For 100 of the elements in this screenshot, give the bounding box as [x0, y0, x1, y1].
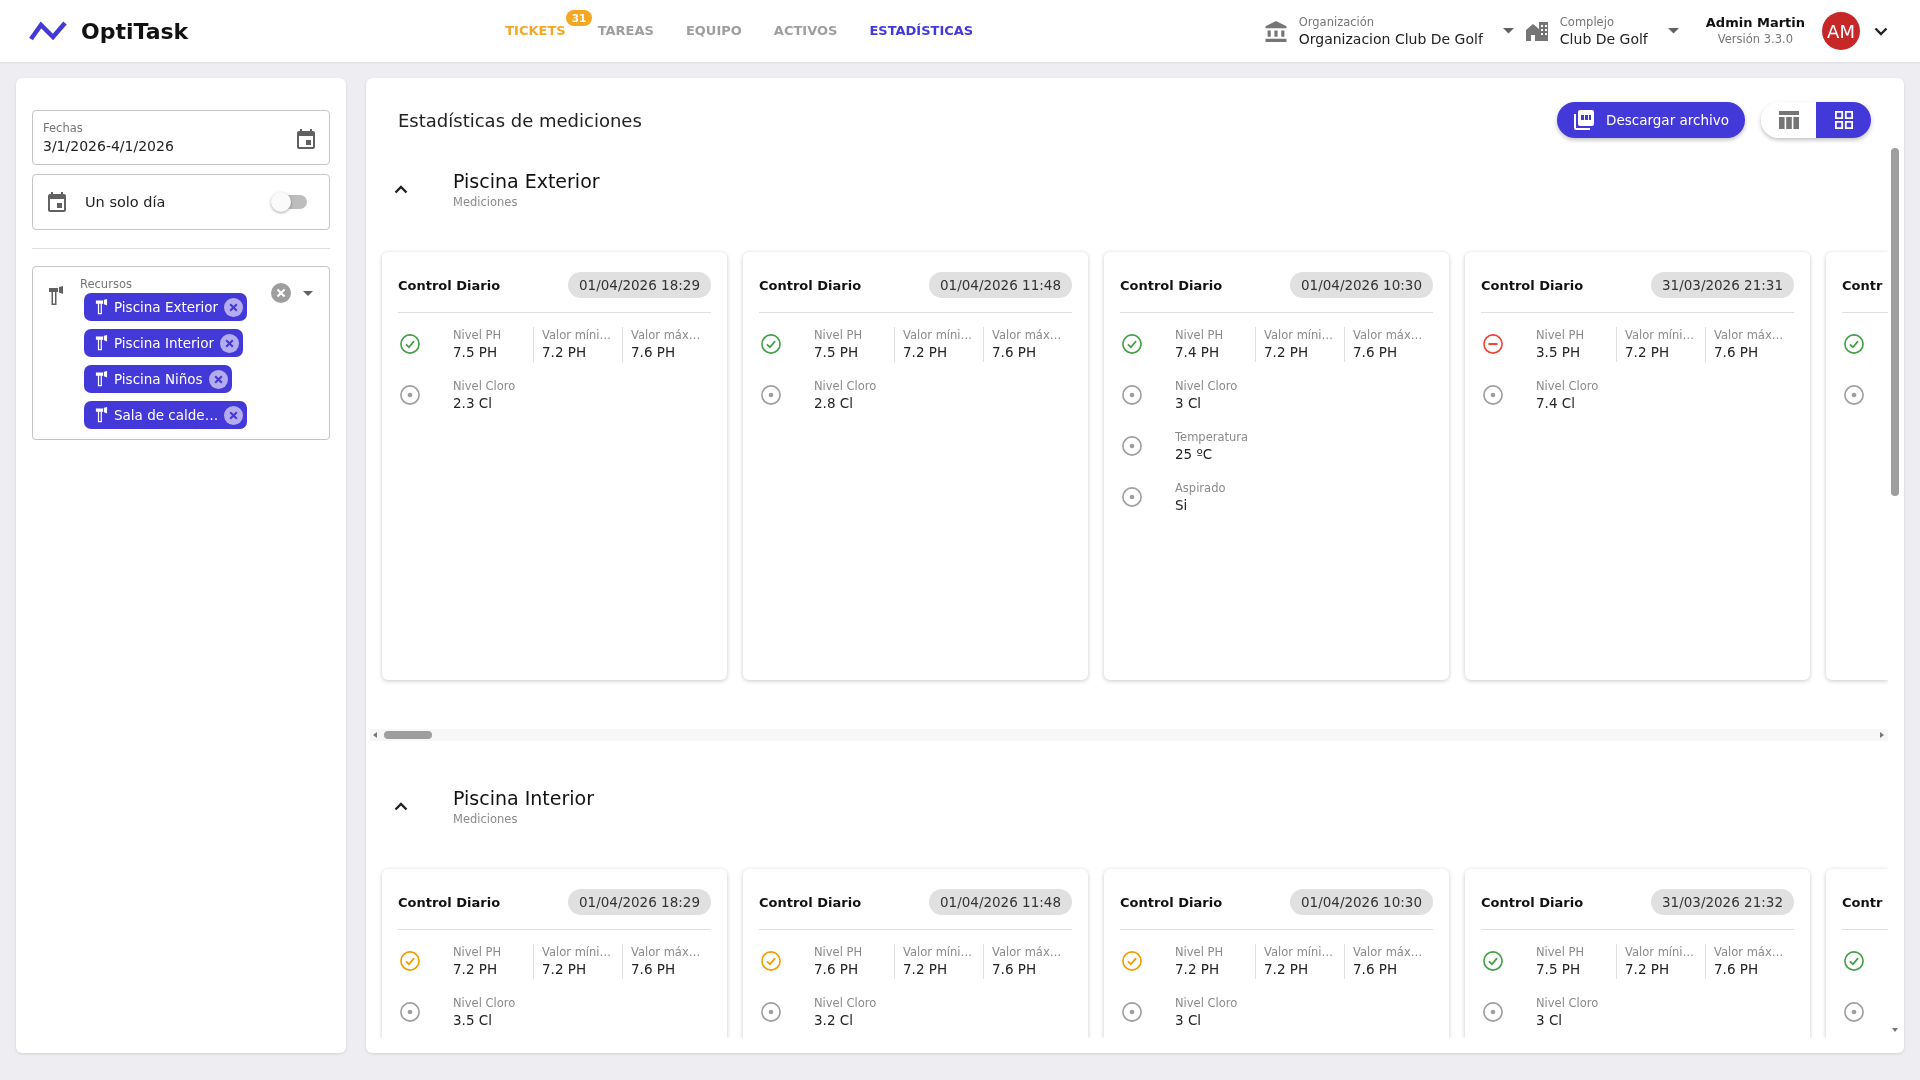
field-label: Valor máx… [1714, 326, 1785, 343]
section-subtitle: Mediciones [453, 194, 519, 210]
field-label: Valor míni… [1625, 326, 1696, 343]
field-label: Valor míni… [542, 326, 613, 343]
page-title: Estadísticas de mediciones [398, 109, 642, 131]
field-label: Nivel PH [453, 943, 503, 960]
field-value: 3 Cl [1536, 1010, 1564, 1030]
hammer-icon [48, 286, 64, 306]
field-value: 7.4 Cl [1536, 393, 1576, 413]
field-value: 7.6 PH [631, 342, 677, 362]
view-button[interactable] [1816, 102, 1871, 138]
download-button[interactable]: Descargar archivo [1557, 102, 1745, 138]
chevron-up-icon[interactable] [394, 801, 408, 811]
resource-chip[interactable]: Piscina Exterior [84, 293, 248, 321]
close-circle-icon[interactable] [224, 297, 244, 317]
field-label: Nivel PH [1536, 326, 1586, 343]
option-label: Un solo día [85, 194, 166, 210]
field-label: Valor máx… [1714, 943, 1785, 960]
close-circle-icon[interactable] [208, 369, 228, 389]
field-label: Nivel PH [1536, 943, 1586, 960]
app-name: OptiTask [81, 18, 189, 44]
chevron-down-icon[interactable] [1874, 26, 1888, 36]
table-icon [1778, 111, 1799, 129]
field-value: 7.5 PH [814, 342, 860, 362]
radio-dot-icon [1122, 487, 1142, 507]
field-value: Si [1175, 495, 1189, 515]
bank-icon [1264, 20, 1287, 42]
date-badge: 01/04/2026 18:29 [568, 889, 711, 915]
user-avatar[interactable]: AM [1822, 12, 1860, 50]
resources-field[interactable]: Recursos Piscina Exterior Piscina Interior Piscina Niños Sala de calde… [32, 266, 330, 440]
calendar-icon[interactable] [297, 128, 315, 149]
field-value: 3.5 PH [1536, 342, 1582, 362]
radio-dot-icon [400, 1002, 420, 1022]
close-circle-icon[interactable] [271, 283, 291, 303]
field-value: 7.2 PH [542, 959, 588, 979]
resource-chip[interactable]: Piscina Interior [84, 329, 244, 357]
field-label: Nivel PH [1175, 943, 1225, 960]
radio-dot-icon [1483, 1002, 1503, 1022]
field-value: 7.6 PH [631, 959, 677, 979]
date-badge: 31/03/2026 21:31 [1651, 272, 1794, 298]
field-value: 7.2 PH [1625, 959, 1671, 979]
dropdown-select[interactable]: Organización Organizacion Club De Golf [1264, 14, 1514, 48]
card-title: Control Diario [1120, 277, 1223, 293]
field-value: 7.2 PH [453, 959, 499, 979]
field-label: Valor máx… [1353, 943, 1424, 960]
close-circle-icon[interactable] [224, 405, 244, 425]
field-value: 3 Cl [1175, 393, 1203, 413]
field-label: Valor máx… [1353, 326, 1424, 343]
date-badge: 01/04/2026 10:30 [1290, 889, 1433, 915]
date-badge: 01/04/2026 10:30 [1290, 272, 1433, 298]
field-label: Aspirado [1175, 479, 1227, 496]
card-title: Control Diario [1481, 894, 1584, 910]
field-label: Temperatura [1175, 428, 1250, 445]
resource-chip[interactable]: Sala de calde… [84, 401, 248, 429]
radio-dot-icon [400, 385, 420, 405]
count-badge: 31 [565, 10, 593, 26]
check-circle-icon [1844, 951, 1864, 971]
grid-icon [1833, 111, 1854, 129]
field-value: 7.5 PH [1536, 959, 1582, 979]
date-badge: 01/04/2026 18:29 [568, 272, 711, 298]
horizontal-scrollbar[interactable] [370, 729, 1888, 741]
check-circle-icon [400, 334, 420, 354]
section-subtitle: Mediciones [453, 811, 519, 827]
field-value: 7.2 PH [1264, 342, 1310, 362]
field-value: 3.2 Cl [814, 1010, 854, 1030]
field-label: Valor míni… [1264, 326, 1335, 343]
radio-dot-icon [1122, 436, 1142, 456]
dropdown-select[interactable]: Complejo Club De Golf [1525, 14, 1679, 48]
field-value: 7.6 PH [1353, 342, 1399, 362]
chevron-up-icon[interactable] [394, 184, 408, 194]
toggle-switch[interactable] [271, 192, 307, 212]
field-value: 3 Cl [1175, 1010, 1203, 1030]
field-label: Nivel Cloro [814, 994, 878, 1011]
field-label: Nivel Cloro [453, 994, 517, 1011]
caret-down-icon [1667, 28, 1679, 34]
close-circle-icon[interactable] [220, 333, 240, 353]
field-value: 7.2 PH [903, 959, 949, 979]
resource-chip[interactable]: Piscina Niños [84, 365, 232, 393]
field-value: 25 ºC [1175, 444, 1214, 464]
radio-dot-icon [1844, 385, 1864, 405]
view-button[interactable] [1761, 102, 1816, 138]
date-badge: 01/04/2026 11:48 [929, 272, 1072, 298]
card-title: Contr [1842, 894, 1883, 910]
radio-dot-icon [1844, 1002, 1864, 1022]
field-label: Nivel PH [814, 326, 864, 343]
hammer-icon [95, 407, 108, 423]
date-range-field[interactable]: Fechas 3/1/2026-4/1/2026 [32, 110, 330, 165]
field-label: Nivel PH [814, 943, 864, 960]
minus-circle-icon [1483, 334, 1503, 354]
field-value: 7.6 PH [992, 959, 1038, 979]
check-circle-icon [761, 334, 781, 354]
card-title: Control Diario [398, 894, 501, 910]
field-value: 7.2 PH [1625, 342, 1671, 362]
check-circle-icon [761, 951, 781, 971]
check-circle-icon [1122, 334, 1142, 354]
buildings-icon [1525, 20, 1548, 42]
nav-tab[interactable]: ESTADÍSTICAS [869, 23, 974, 39]
caret-down-icon[interactable] [303, 290, 313, 296]
field-value: 2.8 Cl [814, 393, 854, 413]
radio-dot-icon [761, 1002, 781, 1022]
